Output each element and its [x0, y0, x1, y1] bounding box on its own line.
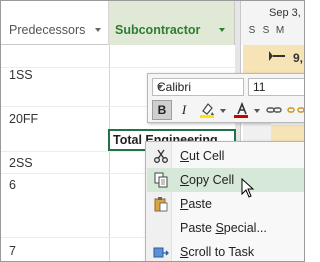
- column-header-label: Predecessors: [9, 23, 86, 37]
- font-name-combobox[interactable]: Calibri: [152, 78, 244, 96]
- column-header-subcontractor[interactable]: Subcontractor: [109, 1, 235, 45]
- font-size-combobox[interactable]: 11: [248, 78, 304, 96]
- timescale-day: S: [248, 25, 256, 36]
- column-header-label: Subcontractor: [115, 23, 201, 37]
- predecessor-cell[interactable]: 2SS: [9, 156, 33, 170]
- bold-button[interactable]: B: [152, 100, 172, 120]
- timescale-day: S: [262, 25, 270, 36]
- predecessor-cell[interactable]: 6: [9, 178, 16, 192]
- link-icon[interactable]: [264, 100, 284, 120]
- gantt-summary-value: 9,: [293, 51, 304, 65]
- timescale-day: M: [275, 25, 285, 36]
- chevron-down-icon[interactable]: [254, 109, 260, 113]
- chevron-down-icon[interactable]: [220, 109, 226, 113]
- menu-item-label: Cut Cell: [180, 149, 225, 163]
- menu-item-scroll-to-task[interactable]: Scroll to Task: [147, 240, 304, 261]
- highlight-color-swatch: [200, 115, 214, 118]
- column-header-predecessors[interactable]: Predecessors: [1, 1, 109, 45]
- summary-bar-marker-icon: [269, 51, 285, 61]
- unlink-icon[interactable]: [286, 100, 305, 120]
- predecessor-cell[interactable]: 20FF: [9, 112, 38, 126]
- menu-item-label: Copy Cell: [180, 173, 235, 187]
- dropdown-arrow-icon[interactable]: [219, 28, 225, 32]
- predecessor-cell[interactable]: 7: [9, 244, 16, 258]
- menu-item-cut-cell[interactable]: Cut Cell: [147, 144, 304, 168]
- mouse-pointer-icon: [241, 178, 255, 198]
- project-grid-window: Predecessors Subcontractor Sep 3, S S M …: [0, 0, 305, 262]
- column-divider: [109, 45, 110, 261]
- predecessor-cell[interactable]: 1SS: [9, 68, 33, 82]
- scissors-icon: [154, 149, 168, 163]
- menu-item-label: Paste: [180, 197, 212, 211]
- mini-format-toolbar: Calibri 11 B I: [147, 73, 305, 123]
- timescale-week-label: Sep 3,: [269, 7, 301, 19]
- menu-item-copy-cell[interactable]: Copy Cell: [147, 168, 304, 192]
- menu-item-label: Paste Special...: [180, 221, 267, 235]
- font-color-swatch: [234, 115, 248, 118]
- row-divider: [1, 67, 235, 68]
- menu-item-label: Scroll to Task: [180, 245, 255, 259]
- menu-item-paste-special[interactable]: Paste Special...: [147, 216, 304, 240]
- gantt-timescale-header: Sep 3, S S M: [241, 1, 304, 45]
- chevron-down-icon[interactable]: [157, 85, 163, 89]
- context-menu: Cut Cell Copy Cell Paste Paste Special..…: [145, 141, 304, 261]
- font-size-value: 11: [253, 80, 266, 94]
- italic-button[interactable]: I: [174, 100, 194, 120]
- menu-item-paste[interactable]: Paste: [147, 192, 304, 216]
- scroll-to-task-icon: [153, 247, 169, 258]
- dropdown-arrow-icon[interactable]: [95, 28, 101, 32]
- clipboard-icon: [154, 197, 168, 212]
- copy-icon: [154, 172, 168, 188]
